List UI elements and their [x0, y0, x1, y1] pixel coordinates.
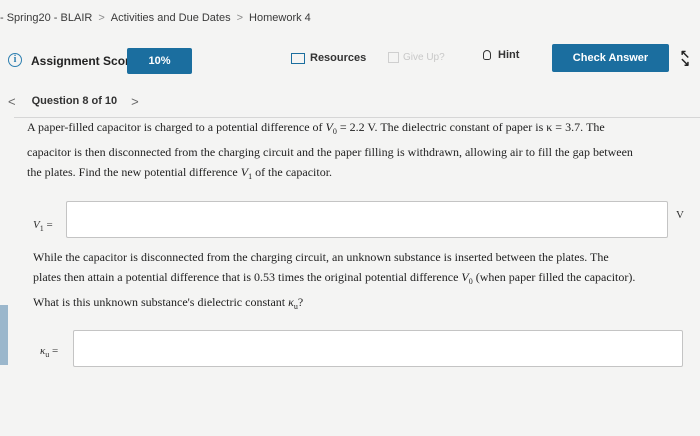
- v0-symbol: V: [325, 120, 333, 134]
- assignment-score-label: Assignment Score:: [31, 54, 141, 68]
- part2-line2b-text: (when paper filled the capacitor).: [472, 270, 636, 284]
- breadcrumb-activities[interactable]: Activities and Due Dates: [111, 12, 231, 24]
- resources-button[interactable]: Resources: [291, 52, 366, 64]
- question-navigation: < Question 8 of 10 >: [0, 93, 139, 109]
- question-number-label: Question 8 of 10: [31, 95, 118, 107]
- v1-symbol: V: [240, 165, 249, 179]
- resources-icon: [291, 52, 305, 64]
- kappa-answer-label: κu =: [40, 345, 58, 359]
- assignment-toolbar: i Assignment Score: 10% Resources Give U…: [0, 36, 700, 82]
- next-question-icon[interactable]: >: [131, 94, 139, 109]
- check-answer-button[interactable]: Check Answer: [552, 44, 669, 72]
- give-up-label: Give Up?: [403, 52, 445, 63]
- part1-line3b-text: of the capacitor.: [252, 165, 333, 179]
- hint-label: Hint: [498, 49, 520, 61]
- part1-line3a-text: the plates. Find the new potential diffe…: [27, 165, 241, 179]
- left-edge-marker: [0, 305, 8, 365]
- chevron-right-icon: >: [98, 12, 105, 24]
- hint-button[interactable]: Hint: [483, 49, 519, 61]
- give-up-icon: [388, 52, 399, 63]
- v0-symbol-2: V: [461, 270, 469, 284]
- question-part1-text: A paper-filled capacitor is charged to a…: [27, 117, 691, 187]
- lightbulb-icon: [483, 50, 491, 60]
- v1-answer-input[interactable]: [66, 201, 668, 238]
- part1-line1-text: A paper-filled capacitor is charged to a…: [27, 120, 323, 134]
- v1-unit-label: V: [676, 209, 684, 221]
- part1-line2-text: capacitor is then disconnected from the …: [27, 145, 633, 159]
- v1-label-symbol: V: [33, 219, 40, 231]
- v1-label-equals: =: [43, 219, 53, 231]
- breadcrumb: - Spring20 - BLAIR > Activities and Due …: [0, 6, 311, 30]
- chevron-right-icon: >: [236, 12, 244, 24]
- part1-line1-eq: = 2.2 V. The dielectric constant of pape…: [336, 120, 605, 134]
- part2-line3b-text: ?: [297, 295, 304, 309]
- info-icon[interactable]: i: [8, 53, 22, 67]
- part2-line1-text: While the capacitor is disconnected from…: [33, 250, 609, 264]
- give-up-button[interactable]: Give Up?: [388, 52, 445, 63]
- kappa-label-equals: =: [49, 345, 59, 357]
- question-part2-text: While the capacitor is disconnected from…: [33, 247, 693, 317]
- part2-line3a-text: What is this unknown substance's dielect…: [33, 295, 289, 309]
- assignment-score-badge: 10%: [127, 48, 192, 74]
- part2-line2a-text: plates then attain a potential differenc…: [33, 270, 462, 284]
- kappa-answer-input[interactable]: [73, 330, 683, 367]
- expand-icon[interactable]: ↖ ↘: [680, 48, 690, 68]
- v1-answer-label: V1 =: [33, 219, 53, 233]
- breadcrumb-assignment[interactable]: Homework 4: [249, 12, 311, 24]
- previous-question-icon[interactable]: <: [8, 94, 16, 109]
- breadcrumb-course[interactable]: - Spring20 - BLAIR: [0, 12, 92, 24]
- resources-label: Resources: [310, 52, 367, 64]
